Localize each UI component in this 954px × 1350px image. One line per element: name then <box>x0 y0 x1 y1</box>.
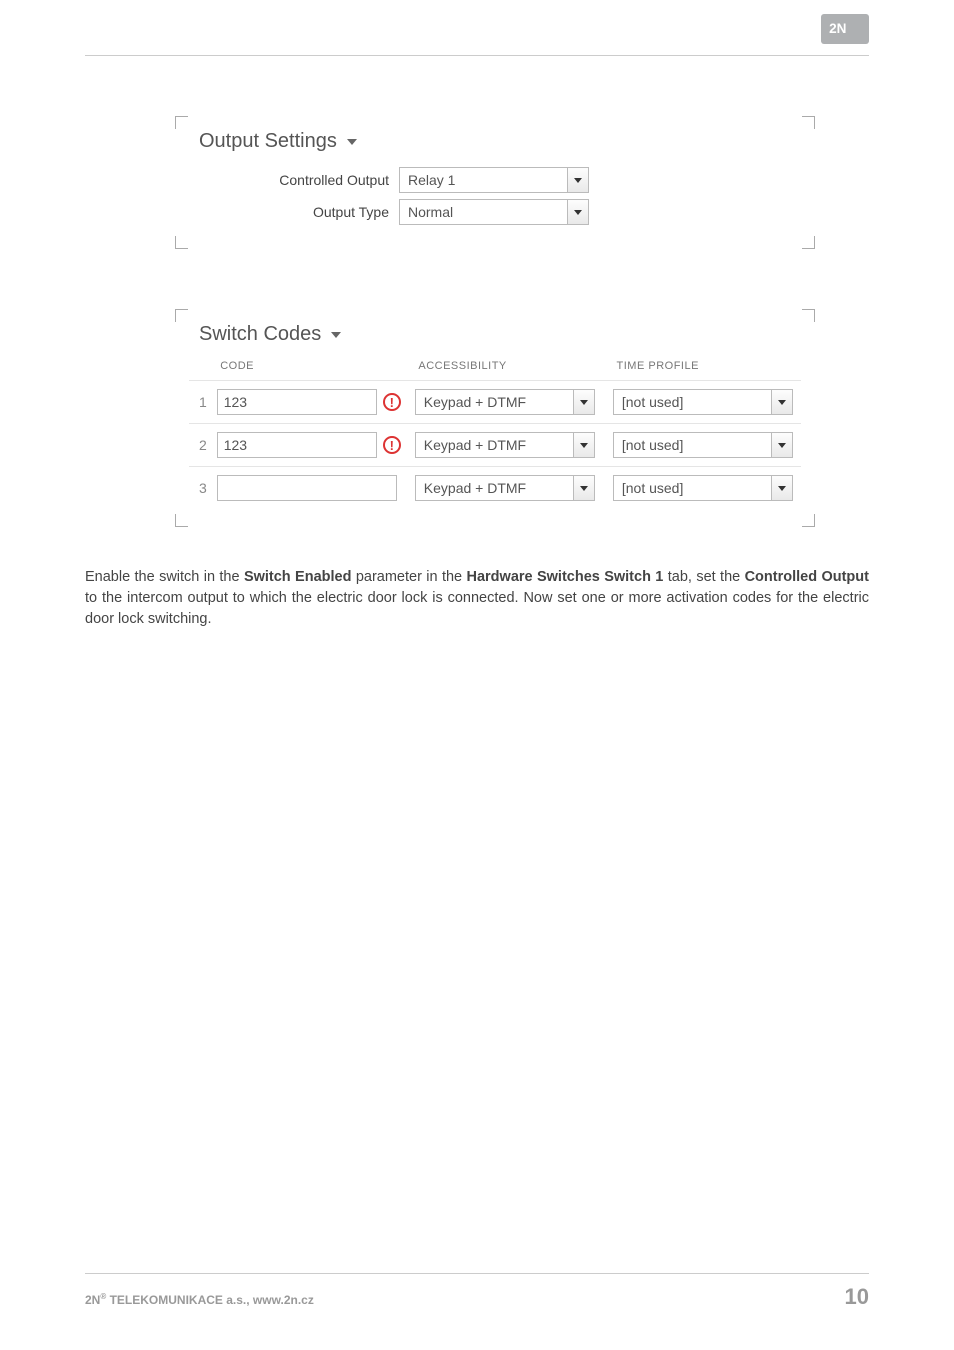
dropdown-icon <box>567 168 588 192</box>
dropdown-icon <box>573 476 594 500</box>
page-footer: 2N® TELEKOMUNIKACE a.s., www.2n.cz 10 <box>85 1273 869 1310</box>
warning-icon: ! <box>383 393 401 411</box>
code-input[interactable] <box>217 432 377 458</box>
code-input[interactable] <box>217 475 397 501</box>
warning-icon: ! <box>383 436 401 454</box>
switch-codes-title[interactable]: Switch Codes <box>199 323 801 346</box>
time-profile-value: [not used] <box>622 480 684 496</box>
row-index: 1 <box>189 394 217 410</box>
codes-table-header: CODE ACCESSIBILITY TIME PROFILE <box>189 360 801 372</box>
dropdown-icon <box>771 476 792 500</box>
row-index: 2 <box>189 437 217 453</box>
accessibility-value: Keypad + DTMF <box>424 437 526 453</box>
code-input[interactable] <box>217 389 377 415</box>
controlled-output-label: Controlled Output <box>189 172 399 188</box>
row-controlled-output: Controlled Output Relay 1 <box>189 167 801 193</box>
header-accessibility: ACCESSIBILITY <box>414 360 612 372</box>
header-divider <box>85 55 869 56</box>
footer-company: 2N <box>85 1293 100 1307</box>
svg-text:2N: 2N <box>829 21 846 36</box>
panel-title-text: Output Settings <box>199 130 337 153</box>
footer-rest: TELEKOMUNIKACE a.s., www.2n.cz <box>106 1293 314 1307</box>
controlled-output-value: Relay 1 <box>408 172 455 188</box>
switch-codes-panel: Switch Codes CODE ACCESSIBILITY TIME PRO… <box>175 309 815 527</box>
header-time-profile: TIME PROFILE <box>613 360 801 372</box>
time-profile-value: [not used] <box>622 437 684 453</box>
output-settings-panel: Output Settings Controlled Output Relay … <box>175 116 815 249</box>
accessibility-select[interactable]: Keypad + DTMF <box>415 389 595 415</box>
row-index: 3 <box>189 480 217 496</box>
page-number: 10 <box>845 1284 869 1310</box>
brand-logo: 2N <box>821 14 869 44</box>
header-code: CODE <box>216 360 414 372</box>
output-type-label: Output Type <box>189 204 399 220</box>
time-profile-select[interactable]: [not used] <box>613 475 793 501</box>
dropdown-icon <box>771 433 792 457</box>
chevron-down-icon <box>331 332 341 338</box>
accessibility-select[interactable]: Keypad + DTMF <box>415 475 595 501</box>
accessibility-value: Keypad + DTMF <box>424 394 526 410</box>
dropdown-icon <box>573 433 594 457</box>
table-row: 3 Keypad + DTMF [not used] <box>189 466 801 509</box>
time-profile-select[interactable]: [not used] <box>613 432 793 458</box>
time-profile-value: [not used] <box>622 394 684 410</box>
accessibility-value: Keypad + DTMF <box>424 480 526 496</box>
output-type-value: Normal <box>408 204 453 220</box>
table-row: 1 ! Keypad + DTMF [not used] <box>189 380 801 423</box>
output-settings-title[interactable]: Output Settings <box>199 130 801 153</box>
instruction-text: Enable the switch in the Switch Enabled … <box>85 567 869 630</box>
dropdown-icon <box>573 390 594 414</box>
chevron-down-icon <box>347 139 357 145</box>
row-output-type: Output Type Normal <box>189 199 801 225</box>
dropdown-icon <box>567 200 588 224</box>
table-row: 2 ! Keypad + DTMF [not used] <box>189 423 801 466</box>
panel-title-text: Switch Codes <box>199 323 321 346</box>
accessibility-select[interactable]: Keypad + DTMF <box>415 432 595 458</box>
controlled-output-select[interactable]: Relay 1 <box>399 167 589 193</box>
dropdown-icon <box>771 390 792 414</box>
output-type-select[interactable]: Normal <box>399 199 589 225</box>
time-profile-select[interactable]: [not used] <box>613 389 793 415</box>
